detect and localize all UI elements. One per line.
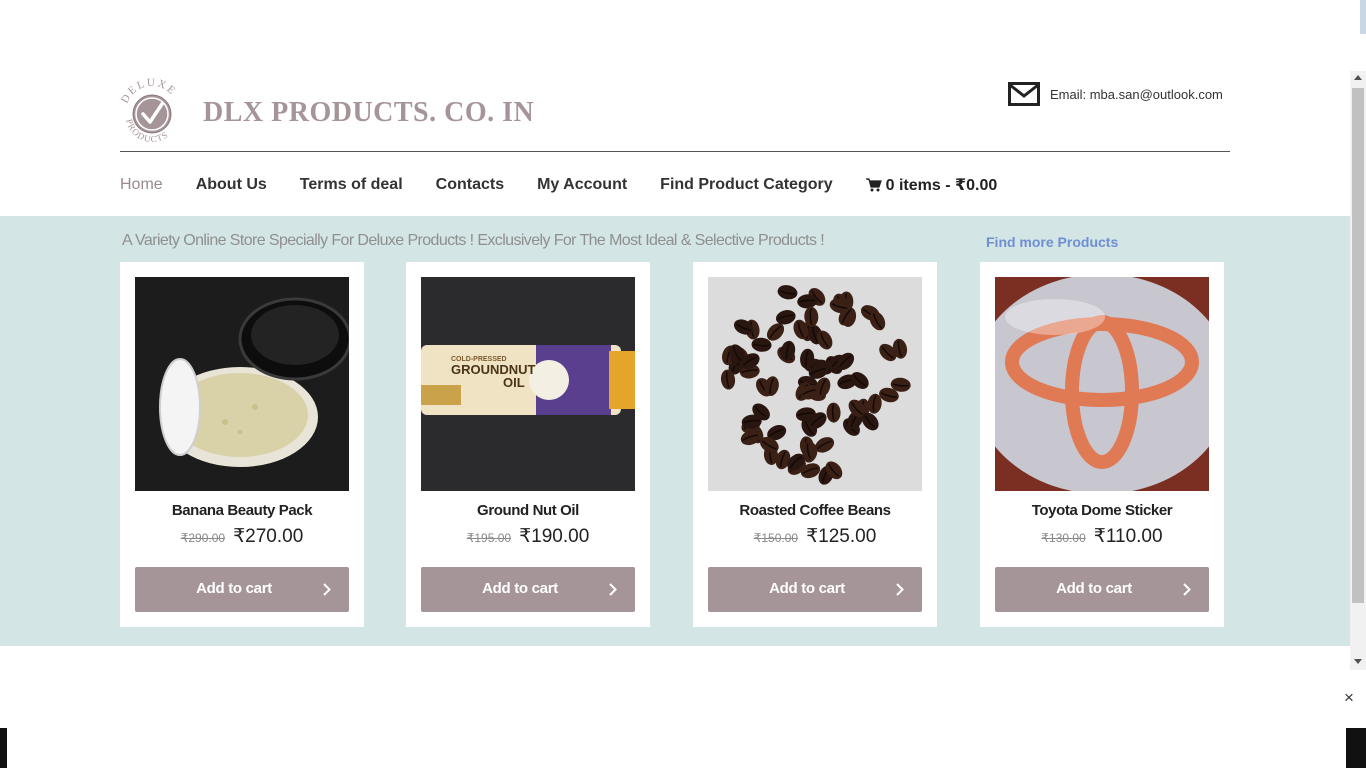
add-to-cart-button[interactable]: Add to cart (708, 567, 922, 612)
product-price: ₹290.00 ₹270.00 (120, 525, 364, 548)
store-tagline: A Variety Online Store Specially For Del… (122, 232, 825, 249)
product-name[interactable]: Ground Nut Oil (406, 502, 650, 519)
vertical-scrollbar[interactable] (1350, 71, 1366, 670)
add-to-cart-label: Add to cart (1056, 580, 1132, 597)
product-card: COLD-PRESSED GROUNDNUT OIL Ground Nut Oi… (406, 262, 650, 627)
mail-icon (1008, 82, 1040, 106)
product-name[interactable]: Banana Beauty Pack (120, 502, 364, 519)
featured-products-section: A Variety Online Store Specially For Del… (0, 216, 1350, 646)
cart-summary-text: 0 items - ₹0.00 (885, 177, 998, 194)
find-more-products-link[interactable]: Find more Products (986, 234, 1118, 250)
product-image-banana-beauty-pack[interactable] (135, 277, 349, 491)
product-price: ₹195.00 ₹190.00 (406, 525, 650, 548)
product-price: ₹150.00 ₹125.00 (693, 525, 937, 548)
add-to-cart-label: Add to cart (769, 580, 845, 597)
product-name[interactable]: Roasted Coffee Beans (693, 502, 937, 519)
window-edge (0, 728, 7, 768)
email-contact: Email: mba.san@outlook.com (1008, 82, 1223, 106)
product-image-toyota-dome-sticker[interactable] (995, 277, 1209, 491)
chevron-right-icon (896, 583, 904, 596)
add-to-cart-button[interactable]: Add to cart (421, 567, 635, 612)
scrollbar-thumb[interactable] (1352, 88, 1364, 603)
product-image-ground-nut-oil[interactable]: COLD-PRESSED GROUNDNUT OIL (421, 277, 635, 491)
add-to-cart-label: Add to cart (482, 580, 558, 597)
cart-icon (865, 178, 882, 192)
product-sale-price: ₹270.00 (233, 526, 304, 547)
email-address[interactable]: Email: mba.san@outlook.com (1050, 87, 1223, 102)
nav-item-terms-of-deal[interactable]: Terms of deal (300, 176, 403, 194)
bottom-ad-overlay (7, 646, 1346, 768)
product-sale-price: ₹190.00 (519, 526, 590, 547)
nav-item-my-account[interactable]: My Account (537, 176, 627, 194)
nav-item-home[interactable]: Home (120, 176, 163, 194)
site-header: DELUXE PRODUCTS DLX PRODUCTS. CO. IN Ema… (0, 70, 1350, 216)
window-corner-mark (1360, 0, 1366, 34)
top-blank-strip (0, 0, 1310, 70)
chevron-right-icon (609, 583, 617, 596)
product-old-price: ₹195.00 (466, 531, 512, 545)
site-logo[interactable]: DELUXE PRODUCTS (120, 76, 184, 148)
product-sale-price: ₹125.00 (806, 526, 877, 547)
chevron-right-icon (323, 583, 331, 596)
window-edge (1346, 728, 1366, 768)
main-nav: Home About Us Terms of deal Contacts My … (120, 174, 997, 196)
product-sale-price: ₹110.00 (1093, 526, 1163, 547)
close-icon[interactable]: × (1340, 688, 1358, 708)
product-card: Banana Beauty Pack ₹290.00 ₹270.00 Add to… (120, 262, 364, 627)
product-old-price: ₹130.00 (1041, 531, 1086, 545)
add-to-cart-button[interactable]: Add to cart (135, 567, 349, 612)
product-old-price: ₹290.00 (180, 531, 226, 545)
cart-summary-link[interactable]: 0 items - ₹0.00 (865, 175, 998, 195)
scroll-up-arrow-icon[interactable] (1354, 75, 1362, 80)
image-label-line-3: OIL (503, 375, 525, 390)
header-divider (120, 151, 1230, 152)
add-to-cart-button[interactable]: Add to cart (995, 567, 1209, 612)
product-old-price: ₹150.00 (753, 531, 799, 545)
chevron-right-icon (1183, 583, 1191, 596)
product-card: Toyota Dome Sticker ₹130.00 ₹110.00 Add t… (980, 262, 1224, 627)
nav-item-find-product-category[interactable]: Find Product Category (660, 176, 832, 194)
add-to-cart-label: Add to cart (196, 580, 272, 597)
nav-item-contacts[interactable]: Contacts (436, 176, 504, 194)
product-price: ₹130.00 ₹110.00 (980, 525, 1224, 548)
product-card: Roasted Coffee Beans ₹150.00 ₹125.00 Add … (693, 262, 937, 627)
nav-item-about-us[interactable]: About Us (196, 176, 267, 194)
product-image-roasted-coffee-beans[interactable] (708, 277, 922, 491)
site-title[interactable]: DLX PRODUCTS. CO. IN (203, 97, 534, 129)
scroll-down-arrow-icon[interactable] (1354, 659, 1362, 664)
product-name[interactable]: Toyota Dome Sticker (980, 502, 1224, 519)
